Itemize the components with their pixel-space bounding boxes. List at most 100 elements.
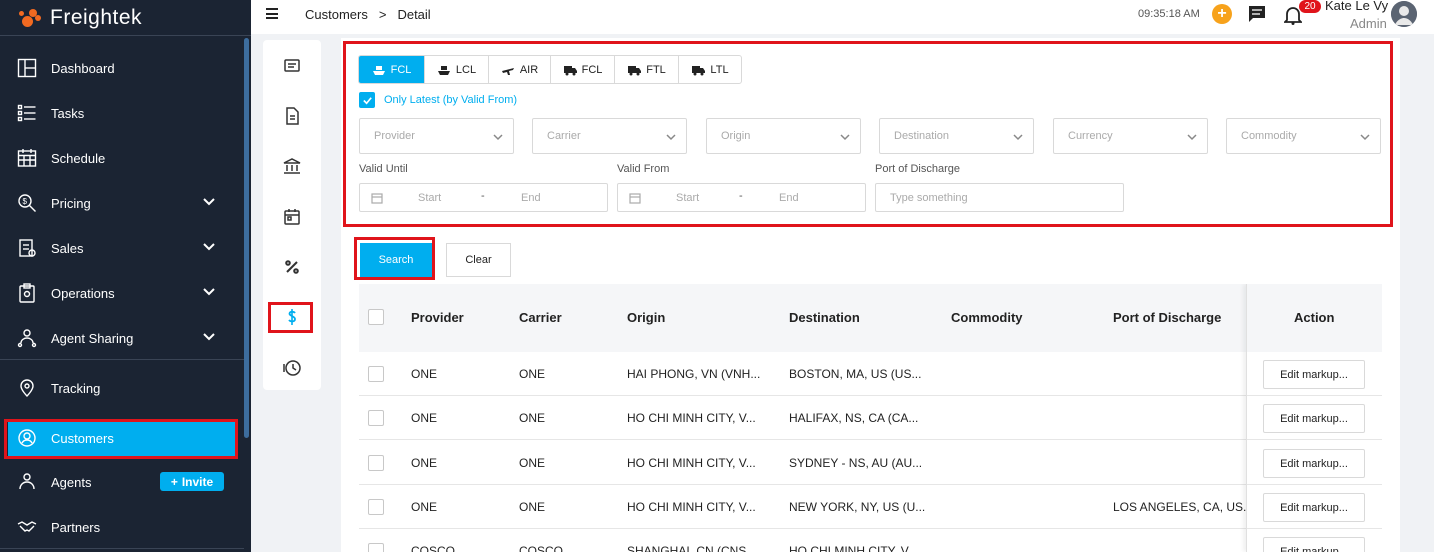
- breadcrumb-separator: >: [378, 7, 387, 22]
- cell-destination: BOSTON, MA, US (US...: [789, 367, 922, 381]
- only-latest-toggle[interactable]: Only Latest (by Valid From): [359, 92, 517, 108]
- select-all-checkbox[interactable]: [368, 309, 384, 325]
- tasks-icon: [16, 102, 38, 124]
- destination-select[interactable]: Destination: [879, 118, 1034, 154]
- tab-fcl-truck[interactable]: FCL: [551, 56, 615, 83]
- sidebar-item-label: Agents: [51, 474, 92, 490]
- sidebar-item-tracking[interactable]: Tracking: [0, 370, 244, 406]
- dollar-icon[interactable]: [283, 308, 301, 326]
- cell-carrier: ONE: [519, 456, 546, 470]
- chevron-down-icon[interactable]: [202, 195, 216, 209]
- row-checkbox[interactable]: [368, 366, 384, 382]
- tab-ltl[interactable]: LTL: [679, 56, 741, 83]
- sales-icon: [16, 237, 38, 259]
- only-latest-label: Only Latest (by Valid From): [384, 94, 518, 106]
- operations-icon: [16, 282, 38, 304]
- table-row[interactable]: COSCO COSCO SHANGHAI, CN (CNS... HO CHI …: [359, 529, 1382, 552]
- user-name[interactable]: Kate Le Vy: [1325, 0, 1388, 13]
- row-checkbox[interactable]: [368, 455, 384, 471]
- sidebar-divider: [0, 359, 244, 360]
- hamburger-menu-icon[interactable]: [266, 8, 278, 19]
- origin-select[interactable]: Origin: [706, 118, 861, 154]
- table-row[interactable]: ONE ONE HO CHI MINH CITY, V... HALIFAX, …: [359, 396, 1382, 440]
- message-icon[interactable]: [283, 57, 301, 75]
- brand[interactable]: Freightek: [0, 0, 251, 36]
- table-row[interactable]: ONE ONE HO CHI MINH CITY, V... NEW YORK,…: [359, 485, 1382, 529]
- edit-markup-button[interactable]: Edit markup...: [1263, 537, 1365, 552]
- edit-markup-button[interactable]: Edit markup...: [1263, 493, 1365, 522]
- tab-fcl-sea[interactable]: FCL: [359, 56, 425, 83]
- column-origin[interactable]: Origin: [627, 310, 665, 325]
- sidebar-item-agent-sharing[interactable]: Agent Sharing: [0, 320, 244, 356]
- chevron-down-icon[interactable]: [202, 285, 216, 299]
- freightek-logo-icon: [18, 7, 42, 29]
- cell-provider: ONE: [411, 456, 438, 470]
- bank-icon[interactable]: [283, 157, 301, 175]
- tab-label: FTL: [646, 63, 666, 76]
- end-date-input[interactable]: End: [521, 192, 541, 204]
- valid-until-label: Valid Until: [359, 163, 408, 175]
- chat-icon[interactable]: [1248, 5, 1266, 23]
- history-icon[interactable]: [283, 359, 301, 377]
- provider-select[interactable]: Provider: [359, 118, 514, 154]
- sidebar-item-customers[interactable]: Customers: [8, 420, 236, 456]
- sidebar-item-schedule[interactable]: Schedule: [0, 140, 244, 176]
- only-latest-checkbox[interactable]: [359, 92, 375, 108]
- invite-button[interactable]: + Invite: [160, 472, 224, 491]
- cell-port: LOS ANGELES, CA, US...: [1113, 500, 1246, 514]
- port-of-discharge-input[interactable]: Type something: [875, 183, 1124, 212]
- edit-markup-button[interactable]: Edit markup...: [1263, 360, 1365, 389]
- tab-ftl[interactable]: FTL: [615, 56, 679, 83]
- sidebar-item-operations[interactable]: Operations: [0, 275, 244, 311]
- sidebar-item-pricing[interactable]: $ Pricing: [0, 185, 244, 221]
- chevron-down-icon[interactable]: [202, 330, 216, 344]
- valid-until-range[interactable]: Start - End: [359, 183, 608, 212]
- calendar-icon[interactable]: [283, 208, 301, 226]
- commodity-select[interactable]: Commodity: [1226, 118, 1381, 154]
- start-date-input[interactable]: Start: [418, 192, 441, 204]
- row-checkbox[interactable]: [368, 499, 384, 515]
- chevron-down-icon: [493, 134, 503, 141]
- tab-air[interactable]: AIR: [489, 56, 551, 83]
- chevron-down-icon[interactable]: [202, 240, 216, 254]
- end-date-input[interactable]: End: [779, 192, 799, 204]
- sidebar-item-partners[interactable]: Partners: [0, 509, 244, 545]
- column-carrier[interactable]: Carrier: [519, 310, 562, 325]
- percent-icon[interactable]: [283, 258, 301, 276]
- sidebar-item-dashboard[interactable]: Dashboard: [0, 50, 244, 86]
- detail-icon-rail: [263, 40, 321, 390]
- table-row[interactable]: ONE ONE HAI PHONG, VN (VNH... BOSTON, MA…: [359, 352, 1382, 396]
- add-button[interactable]: +: [1212, 4, 1232, 24]
- start-date-input[interactable]: Start: [676, 192, 699, 204]
- search-button[interactable]: Search: [360, 243, 432, 277]
- sidebar-item-label: Operations: [51, 285, 115, 301]
- valid-from-range[interactable]: Start - End: [617, 183, 866, 212]
- column-commodity[interactable]: Commodity: [951, 310, 1023, 325]
- sidebar-scrollbar[interactable]: [244, 38, 249, 438]
- clear-button[interactable]: Clear: [446, 243, 511, 277]
- row-checkbox[interactable]: [368, 410, 384, 426]
- document-icon[interactable]: [283, 107, 301, 125]
- edit-markup-button[interactable]: Edit markup...: [1263, 449, 1365, 478]
- currency-select[interactable]: Currency: [1053, 118, 1208, 154]
- carrier-select[interactable]: Carrier: [532, 118, 687, 154]
- avatar[interactable]: [1391, 1, 1417, 27]
- calendar-icon: [16, 147, 38, 169]
- sidebar-item-label: Partners: [51, 519, 101, 535]
- table-row[interactable]: ONE ONE HO CHI MINH CITY, V... SYDNEY - …: [359, 441, 1382, 485]
- cell-destination: NEW YORK, NY, US (U...: [789, 500, 926, 514]
- row-checkbox[interactable]: [368, 543, 384, 552]
- tab-lcl[interactable]: LCL: [425, 56, 489, 83]
- port-of-discharge-label: Port of Discharge: [875, 163, 960, 175]
- sidebar-item-tasks[interactable]: Tasks: [0, 95, 244, 131]
- sidebar: Freightek Dashboard Tasks Schedule $ Pri…: [0, 0, 251, 552]
- sidebar-item-sales[interactable]: Sales: [0, 230, 244, 266]
- sidebar-item-label: Agent Sharing: [51, 330, 134, 346]
- column-provider[interactable]: Provider: [411, 310, 464, 325]
- column-port-of-discharge[interactable]: Port of Discharge: [1113, 310, 1221, 325]
- breadcrumb-customers[interactable]: Customers: [305, 7, 368, 22]
- edit-markup-button[interactable]: Edit markup...: [1263, 404, 1365, 433]
- invite-label: Invite: [181, 474, 214, 489]
- column-destination[interactable]: Destination: [789, 310, 860, 325]
- chevron-down-icon: [1187, 134, 1197, 141]
